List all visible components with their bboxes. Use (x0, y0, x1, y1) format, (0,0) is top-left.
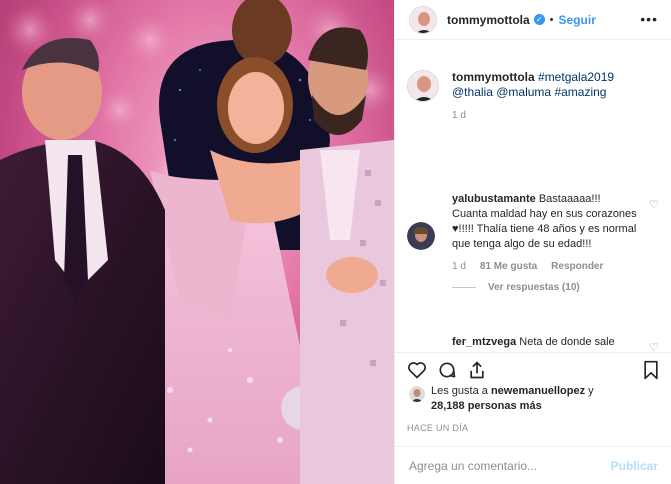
comment-time[interactable]: 1 d (452, 261, 466, 272)
author-username[interactable]: tommymottola (447, 13, 530, 27)
post-timestamp[interactable]: HACE UN DÍA (407, 423, 468, 433)
comment-username[interactable]: fer_mtzvega (452, 336, 516, 348)
reply-button[interactable]: Responder (551, 261, 603, 272)
caption-time[interactable]: 1 d (452, 110, 657, 121)
likes-count[interactable]: 28,188 personas más (431, 400, 542, 412)
likes-text: Les gusta a newemanuellopez y 28,188 per… (431, 384, 594, 414)
caption-username[interactable]: tommymottola (452, 70, 535, 84)
post-photo-illustration (0, 0, 394, 484)
caption-text: tommymottola #metgala2019 @thalia @malum… (452, 70, 657, 100)
comment-like-heart-icon[interactable]: ♡ (649, 198, 659, 211)
author-avatar[interactable] (409, 5, 437, 34)
comment-likes-count[interactable]: 81 Me gusta (480, 261, 537, 272)
share-icon[interactable] (467, 360, 487, 383)
post-photo[interactable] (0, 0, 394, 484)
post-side-panel: tommymottola ✓ • Seguir ••• tommymottola… (394, 0, 671, 484)
hashtag-link[interactable]: #metgala2019 (538, 70, 614, 84)
instagram-post: tommymottola ✓ • Seguir ••• tommymottola… (0, 0, 671, 484)
mention-link[interactable]: @maluma (496, 85, 551, 99)
hashtag-link[interactable]: #amazing (554, 85, 606, 99)
header-separator: • (549, 13, 554, 26)
verified-badge-icon: ✓ (533, 14, 545, 25)
comment-icon[interactable] (437, 360, 457, 383)
likes-prefix: Les gusta a (431, 385, 488, 397)
comment-username[interactable]: yalubustamante (452, 193, 536, 205)
comment: ♡ yalubustamante Bastaaaaa!!! Cuanta mal… (407, 192, 659, 293)
post-header: tommymottola ✓ • Seguir ••• (395, 0, 671, 40)
caption-avatar[interactable] (407, 70, 439, 102)
bookmark-icon[interactable] (642, 360, 660, 383)
comments-list[interactable]: tommymottola #metgala2019 @thalia @malum… (395, 52, 671, 352)
view-replies-button[interactable]: Ver respuestas (10) (452, 282, 659, 293)
publish-button[interactable]: Publicar (611, 459, 658, 473)
likes-connector: y (588, 385, 594, 397)
comment-like-heart-icon[interactable]: ♡ (649, 341, 659, 352)
liker-avatar[interactable] (409, 386, 425, 402)
follow-button[interactable]: Seguir (559, 13, 596, 27)
comment-input[interactable] (409, 458, 611, 473)
view-replies-label: Ver respuestas (10) (488, 282, 580, 293)
more-options-icon[interactable]: ••• (640, 11, 658, 27)
likes-summary: Les gusta a newemanuellopez y 28,188 per… (409, 384, 659, 414)
comment: ♡ fer_mtzvega Neta de donde sale tanta v… (407, 335, 659, 352)
replies-divider (452, 287, 476, 288)
add-comment-bar: Publicar (395, 446, 671, 484)
commenter-avatar[interactable] (407, 222, 435, 250)
comment-text: yalubustamante Bastaaaaa!!! Cuanta malda… (452, 192, 659, 252)
heart-icon[interactable] (407, 360, 427, 383)
post-caption: tommymottola #metgala2019 @thalia @malum… (407, 70, 657, 121)
liker-username[interactable]: newemanuellopez (491, 385, 585, 397)
mention-link[interactable]: @thalia (452, 85, 493, 99)
post-actions (395, 352, 671, 384)
comment-meta: 1 d 81 Me gusta Responder (452, 261, 659, 272)
comment-text: fer_mtzvega Neta de donde sale tanta vie… (452, 335, 659, 352)
